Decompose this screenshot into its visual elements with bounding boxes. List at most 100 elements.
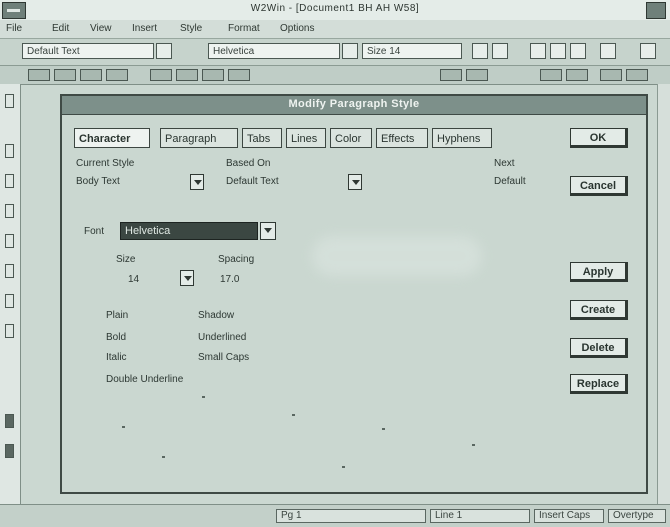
attribute-double-underline[interactable]: Double Underline	[106, 374, 183, 385]
size-dropdown-icon[interactable]	[180, 270, 194, 286]
tool-icon[interactable]	[5, 234, 14, 248]
spacing-label: Spacing	[218, 254, 255, 265]
window-title: W2Win - [Document1 BH AH W58]	[250, 3, 420, 14]
ok-button[interactable]: OK	[570, 128, 628, 148]
tab-color[interactable]: Color	[330, 128, 372, 148]
based-on-dropdown-icon[interactable]	[348, 174, 362, 190]
tool-icon[interactable]	[176, 69, 198, 81]
tool-icon[interactable]	[5, 444, 14, 458]
status-mode: Insert Caps	[534, 509, 604, 523]
tool-icon[interactable]	[54, 69, 76, 81]
tab-character[interactable]: Character	[74, 128, 150, 148]
icon-strip	[0, 66, 670, 85]
tab-hyphens[interactable]: Hyphens	[432, 128, 492, 148]
preview-area	[312, 236, 482, 276]
status-line: Line 1	[430, 509, 530, 523]
replace-button[interactable]: Replace	[570, 374, 628, 394]
speckle	[342, 466, 345, 468]
menu-bar: File Edit View Insert Style Format Optio…	[0, 20, 670, 39]
attribute-small-caps[interactable]: Small Caps	[198, 352, 249, 363]
based-on-value[interactable]: Default Text	[226, 176, 279, 187]
tab-lines[interactable]: Lines	[286, 128, 326, 148]
tool-icon[interactable]	[228, 69, 250, 81]
tool-icon[interactable]	[466, 69, 488, 81]
tool-icon[interactable]	[202, 69, 224, 81]
status-overtype: Overtype	[608, 509, 666, 523]
speckle	[472, 444, 475, 446]
create-button[interactable]: Create	[570, 300, 628, 320]
vertical-scrollbar[interactable]	[657, 84, 670, 504]
tool-icon[interactable]	[5, 324, 14, 338]
minimize-icon[interactable]	[646, 2, 666, 19]
font-label: Font	[84, 226, 105, 237]
tab-tabs[interactable]: Tabs	[242, 128, 282, 148]
based-on-label: Based On	[226, 158, 271, 169]
italic-button[interactable]	[492, 43, 508, 59]
menu-options[interactable]: Options	[280, 23, 314, 34]
modify-style-dialog: Modify Paragraph Style Character Paragra…	[60, 94, 648, 494]
tool-icon[interactable]	[106, 69, 128, 81]
delete-button[interactable]: Delete	[570, 338, 628, 358]
menu-edit[interactable]: Edit	[52, 23, 69, 34]
justify-button[interactable]	[600, 43, 616, 59]
tab-effects[interactable]: Effects	[376, 128, 428, 148]
tool-icon[interactable]	[28, 69, 50, 81]
font-dropdown-icon[interactable]	[260, 222, 276, 240]
align-left-button[interactable]	[530, 43, 546, 59]
attribute-underlined[interactable]: Underlined	[198, 332, 246, 343]
tool-icon[interactable]	[5, 204, 14, 218]
tool-icon[interactable]	[626, 69, 648, 81]
speckle	[162, 456, 165, 458]
speckle	[122, 426, 125, 428]
align-center-button[interactable]	[550, 43, 566, 59]
attribute-shadow[interactable]: Shadow	[198, 310, 234, 321]
status-page: Pg 1	[276, 509, 426, 523]
status-bar: Pg 1 Line 1 Insert Caps Overtype	[0, 504, 670, 527]
speckle	[292, 414, 295, 416]
menu-format[interactable]: Format	[228, 23, 260, 34]
zoom-button[interactable]	[640, 43, 656, 59]
style-selector[interactable]: Default Text	[22, 43, 154, 59]
menu-insert[interactable]: Insert	[132, 23, 157, 34]
tool-icon[interactable]	[566, 69, 588, 81]
font-field[interactable]: Helvetica	[120, 222, 258, 240]
attribute-bold[interactable]: Bold	[106, 332, 126, 343]
cancel-button[interactable]: Cancel	[570, 176, 628, 196]
tool-icon[interactable]	[5, 414, 14, 428]
tab-paragraph[interactable]: Paragraph	[160, 128, 238, 148]
tool-icon[interactable]	[5, 294, 14, 308]
next-label: Next	[494, 158, 515, 169]
tool-icon[interactable]	[5, 174, 14, 188]
menu-style[interactable]: Style	[180, 23, 202, 34]
word-processor-window: W2Win - [Document1 BH AH W58] File Edit …	[0, 0, 670, 527]
font-dropdown-icon[interactable]	[342, 43, 358, 59]
bold-button[interactable]	[472, 43, 488, 59]
tool-icon[interactable]	[540, 69, 562, 81]
dialog-title-bar: Modify Paragraph Style	[62, 96, 646, 115]
current-style-value[interactable]: Body Text	[76, 176, 120, 187]
size-value[interactable]: 14	[128, 274, 139, 285]
style-dropdown-icon[interactable]	[156, 43, 172, 59]
tool-icon[interactable]	[150, 69, 172, 81]
next-value[interactable]: Default	[494, 176, 526, 187]
align-right-button[interactable]	[570, 43, 586, 59]
page-icon[interactable]	[5, 94, 14, 108]
tool-icon[interactable]	[80, 69, 102, 81]
font-selector[interactable]: Helvetica	[208, 43, 340, 59]
apply-button[interactable]: Apply	[570, 262, 628, 282]
title-bar: W2Win - [Document1 BH AH W58]	[0, 0, 670, 21]
menu-view[interactable]: View	[90, 23, 112, 34]
attribute-italic[interactable]: Italic	[106, 352, 127, 363]
tool-icon[interactable]	[5, 264, 14, 278]
menu-file[interactable]: File	[6, 23, 22, 34]
attribute-plain[interactable]: Plain	[106, 310, 128, 321]
tool-icon[interactable]	[5, 144, 14, 158]
left-tool-strip	[0, 84, 21, 504]
size-selector[interactable]: Size 14	[362, 43, 462, 59]
spacing-value[interactable]: 17.0	[220, 274, 239, 285]
tool-icon[interactable]	[440, 69, 462, 81]
current-style-dropdown-icon[interactable]	[190, 174, 204, 190]
dialog-title: Modify Paragraph Style	[288, 98, 420, 110]
speckle	[202, 396, 205, 398]
tool-icon[interactable]	[600, 69, 622, 81]
